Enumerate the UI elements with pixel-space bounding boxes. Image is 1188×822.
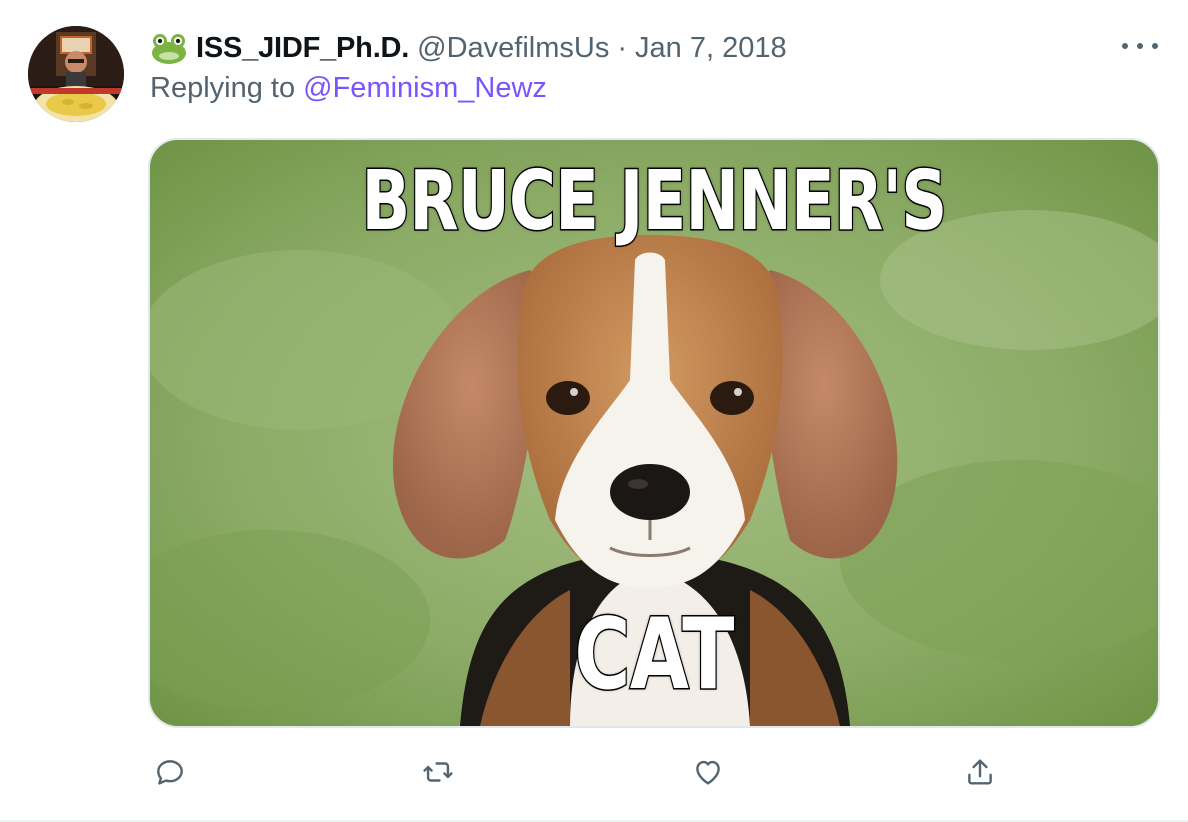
like-button[interactable] <box>688 752 728 792</box>
replying-prefix: Replying to <box>150 72 296 104</box>
tweet-date[interactable]: Jan 7, 2018 <box>635 32 787 65</box>
replying-to-link[interactable]: @Feminism_Newz <box>303 72 547 104</box>
retweet-button[interactable] <box>418 752 458 792</box>
replying-to: Replying to @Feminism_Newz <box>150 72 547 105</box>
meme-top-text: BRUCE JENNER'S <box>360 153 948 251</box>
meme-bottom-text: CAT <box>573 597 735 714</box>
reply-button[interactable] <box>150 752 190 792</box>
avatar-image <box>28 26 124 122</box>
retweet-icon <box>423 762 453 782</box>
display-name[interactable]: ISS_JIDF_Ph.D. <box>196 32 409 65</box>
share-button[interactable] <box>960 752 1000 792</box>
tweet-header: ISS_JIDF_Ph.D. @DavefilmsUs · Jan 7, 201… <box>150 28 787 68</box>
tweet-actions <box>150 752 1010 796</box>
avatar[interactable] <box>28 26 124 122</box>
frog-icon <box>152 34 186 64</box>
like-icon <box>696 760 720 785</box>
reply-icon <box>157 760 183 785</box>
separator-dot: · <box>617 31 628 64</box>
more-options-icon[interactable] <box>1122 36 1158 56</box>
tweet-media[interactable]: BRUCE JENNER'S CAT <box>148 138 1160 728</box>
tweet-card[interactable]: ISS_JIDF_Ph.D. @DavefilmsUs · Jan 7, 201… <box>0 0 1188 822</box>
share-icon <box>968 759 992 785</box>
user-handle[interactable]: @DavefilmsUs <box>417 32 609 65</box>
